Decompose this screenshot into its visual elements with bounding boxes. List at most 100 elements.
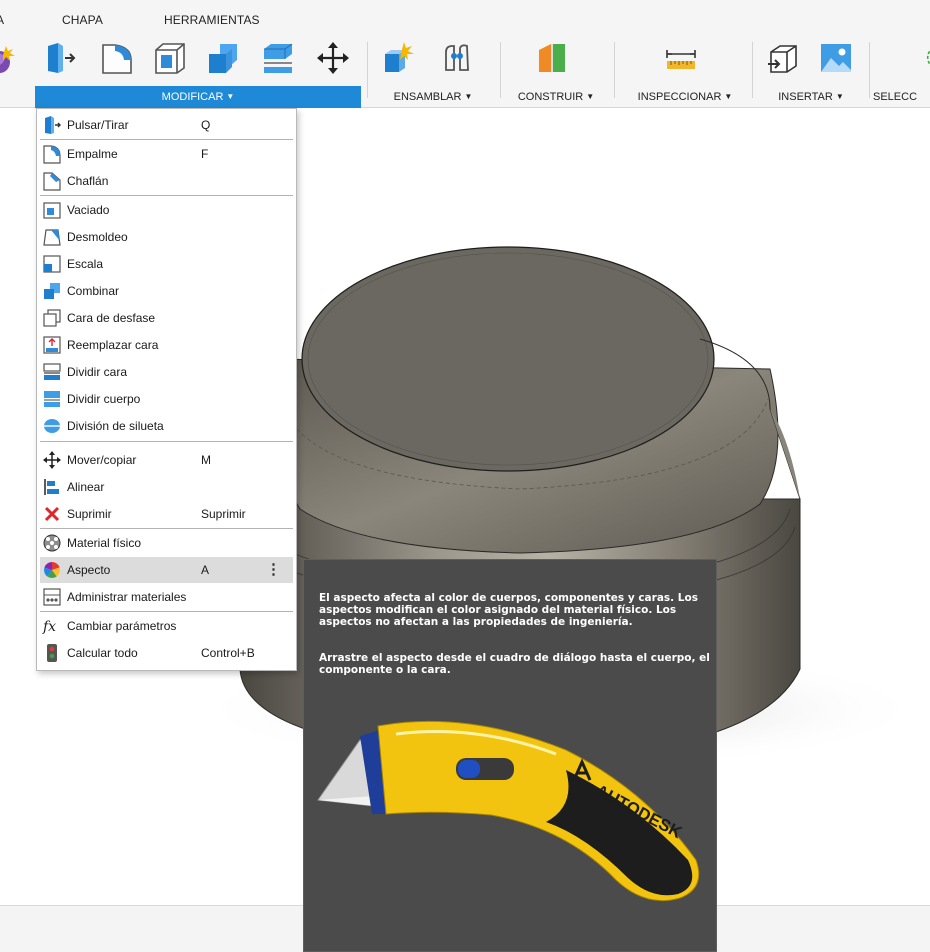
split-body-icon[interactable] [261,40,295,76]
fillet-icon[interactable] [100,40,134,76]
group-label-text: CONSTRUIR [517,91,584,103]
caret-down-icon: ▼ [835,92,844,101]
draft-icon [42,227,62,247]
menu-item-draft[interactable]: Desmoldeo [40,224,293,250]
tooltip-instructions: Arrastre el aspecto desde el cuadro de d… [319,652,710,676]
silhouette-split-icon [42,416,62,436]
group-modificar-dropdown[interactable]: MODIFICAR ▼ [35,86,361,108]
new-component-icon[interactable] [382,40,416,76]
select-icon[interactable] [912,40,930,76]
menu-item-offset-face[interactable]: Cara de desfase [40,305,293,331]
menu-item-change-parameters[interactable]: fx Cambiar parámetros [40,613,293,639]
separator [869,42,870,98]
group-insertar-dropdown[interactable]: INSERTAR ▼ [758,86,864,108]
fillet-icon [42,144,62,164]
offset-face-icon [42,308,62,328]
measure-icon[interactable] [664,40,698,76]
delete-icon [42,504,62,524]
menu-item-label: Pulsar/Tirar [67,118,129,132]
group-label-text: SELECC [873,91,918,103]
menu-item-label: Material físico [67,536,142,550]
menu-item-physical-material[interactable]: Material físico [40,530,293,556]
tab-chapa[interactable]: CHAPA [62,13,103,27]
separator [752,42,753,98]
chamfer-icon [42,171,62,191]
tab-herramientas[interactable]: HERRAMIENTAS [164,13,260,27]
group-inspeccionar-dropdown[interactable]: INSPECCIONAR ▼ [622,86,748,108]
replace-face-icon [42,335,62,355]
combine-icon[interactable] [206,40,240,76]
more-options-icon[interactable]: ⋮ [266,560,281,578]
manage-materials-icon [42,587,62,607]
menu-item-label: Mover/copiar [67,453,137,467]
appearance-tooltip: El aspecto afecta al color de cuerpos, c… [303,559,717,952]
menu-item-align[interactable]: Alinear [40,474,293,500]
menu-item-compute-all[interactable]: Calcular todo Control+B [40,640,293,666]
menu-item-appearance[interactable]: Aspecto A ⋮ [40,557,293,583]
menu-item-shortcut: Suprimir [201,507,246,521]
split-face-icon [42,362,62,382]
utility-knife-image: AUTODESK [317,720,700,902]
menu-item-manage-materials[interactable]: Administrar materiales [40,584,293,610]
menu-item-split-body[interactable]: Dividir cuerpo [40,386,293,412]
shell-icon[interactable] [153,40,187,76]
move-icon[interactable] [316,40,350,76]
menu-item-label: Aspecto [67,563,111,577]
menu-item-label: Vaciado [67,203,110,217]
tooltip-description: El aspecto afecta al color de cuerpos, c… [319,592,698,628]
move-icon [42,450,62,470]
separator [500,42,501,98]
menu-item-label: Administrar materiales [67,590,187,604]
scale-icon [42,254,62,274]
menu-separator [40,611,293,612]
create-form-icon[interactable] [0,40,15,76]
menu-separator [40,441,293,442]
menu-item-scale[interactable]: Escala [40,251,293,277]
separator [614,42,615,98]
menu-item-move-copy[interactable]: Mover/copiar M [40,447,293,473]
menu-item-label: Cambiar parámetros [67,619,177,633]
menu-item-label: Dividir cuerpo [67,392,141,406]
menu-item-chamfer[interactable]: Chaflán [40,168,293,194]
caret-down-icon: ▼ [724,92,733,101]
menu-item-label: Alinear [67,480,105,494]
insert-mesh-icon[interactable] [766,40,800,76]
group-construir-dropdown[interactable]: CONSTRUIR ▼ [503,86,609,108]
menu-item-shell[interactable]: Vaciado [40,197,293,223]
menu-item-label: Escala [67,257,104,271]
group-label-text: MODIFICAR [161,91,224,103]
toolbar-ribbon: A CHAPA HERRAMIENTAS MODIFICAR ▼ ENSAMBL… [0,0,930,108]
menu-item-press-pull[interactable]: Pulsar/Tirar Q [40,112,293,138]
press-pull-icon [42,115,62,135]
tab-partial[interactable]: A [0,13,4,27]
appearance-icon [42,560,62,580]
menu-item-shortcut: F [201,147,209,161]
menu-item-delete[interactable]: Suprimir Suprimir [40,501,293,527]
caret-down-icon: ▼ [586,92,595,101]
physical-material-icon [42,533,62,553]
group-label-text: INSPECCIONAR [637,91,722,103]
separator [367,42,368,98]
joint-icon[interactable] [440,40,474,76]
menu-item-split-face[interactable]: Dividir cara [40,359,293,385]
group-seleccionar-dropdown[interactable]: SELECC [873,86,930,108]
group-ensamblar-dropdown[interactable]: ENSAMBLAR ▼ [375,86,491,108]
menu-item-silhouette-split[interactable]: División de silueta [40,413,293,439]
parameters-icon: fx [42,616,62,636]
group-label-text: ENSAMBLAR [393,91,462,103]
press-pull-icon[interactable] [43,40,77,76]
menu-item-label: Desmoldeo [67,230,128,244]
menu-item-replace-face[interactable]: Reemplazar cara [40,332,293,358]
insert-image-icon[interactable] [819,40,853,76]
construction-plane-icon[interactable] [535,40,569,76]
menu-item-fillet[interactable]: Empalme F [40,141,293,167]
menu-item-label: Suprimir [67,507,112,521]
menu-item-shortcut: M [201,453,211,467]
svg-text:fx: fx [42,619,56,635]
menu-item-combine[interactable]: Combinar [40,278,293,304]
menu-item-label: División de silueta [67,419,164,433]
menu-item-label: Calcular todo [67,646,138,660]
compute-all-icon [42,643,62,663]
modificar-menu: Pulsar/Tirar Q Empalme F Chaflán Vaciado… [36,108,297,671]
group-label-text: INSERTAR [778,91,833,103]
